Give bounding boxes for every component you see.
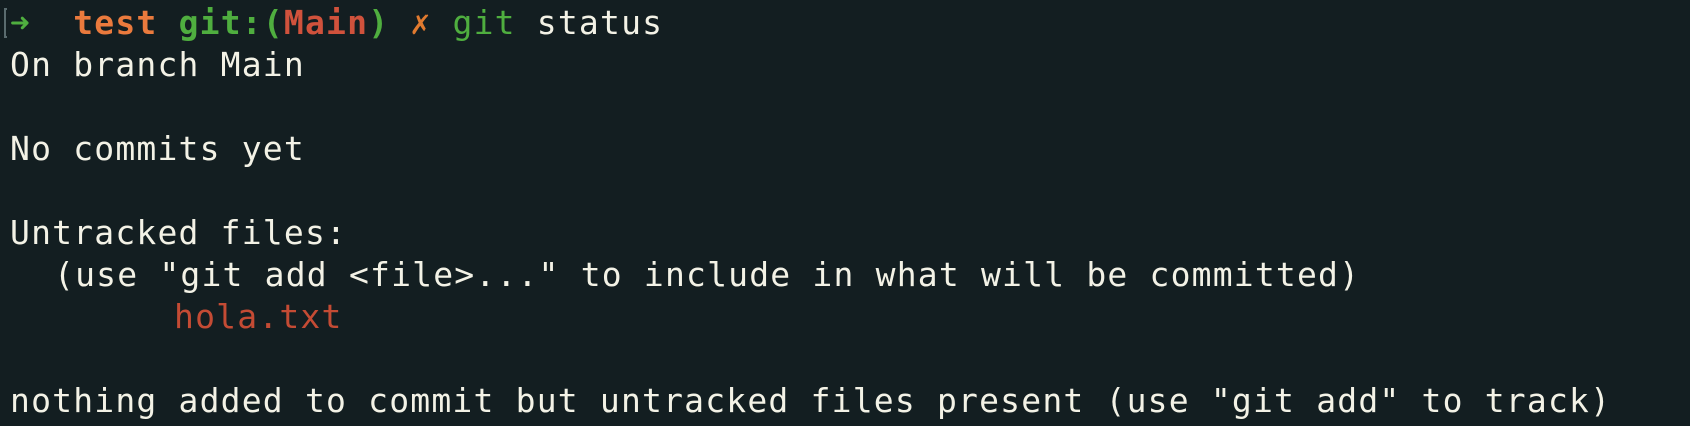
prompt-directory: test [73, 3, 158, 42]
terminal-window[interactable]: ➜ test git:(Main) ✗ git status On branch… [0, 0, 1690, 426]
summary-line: nothing added to commit but untracked fi… [10, 381, 1612, 420]
command-args: status [536, 3, 664, 42]
untracked-hint: (use "git add <file>..." to include in w… [54, 255, 1361, 294]
untracked-header: Untracked files: [10, 213, 348, 252]
prompt-line: ➜ test git:(Main) ✗ git status [10, 2, 1690, 44]
dirty-marker-icon: ✗ [410, 3, 432, 42]
branch-status-line: On branch Main [10, 45, 305, 84]
prompt-close-paren: ) [368, 3, 390, 42]
untracked-file-entry: hola.txt [174, 297, 343, 336]
prompt-branch: Main [283, 3, 369, 42]
prompt-arrow-icon: ➜ [10, 3, 32, 42]
prompt-git-label: git:( [178, 3, 284, 42]
selection-bracket-icon [4, 8, 7, 38]
commits-status-line: No commits yet [10, 129, 305, 168]
command-name: git [452, 3, 516, 42]
